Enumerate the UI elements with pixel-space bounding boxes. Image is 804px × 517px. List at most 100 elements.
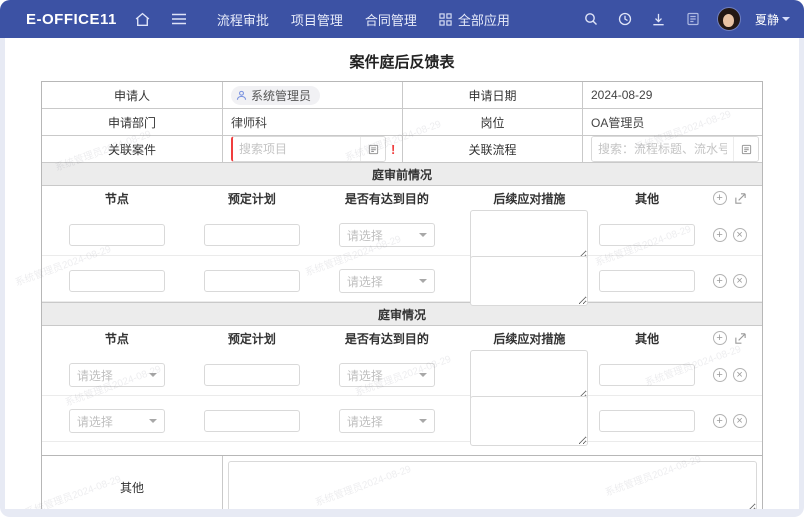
position-label: 岗位 [402, 109, 582, 135]
app-window: E-OFFICE11 流程审批 项目管理 合同管理 全部应用 [0, 0, 804, 517]
topbar: E-OFFICE11 流程审批 项目管理 合同管理 全部应用 [0, 0, 804, 38]
add-row-icon[interactable]: + [713, 228, 727, 242]
col-plan: 预定计划 [192, 330, 312, 347]
apply-date-label: 申请日期 [402, 82, 582, 108]
node-input[interactable] [69, 224, 165, 246]
browse-process-icon[interactable] [733, 137, 758, 161]
plan-input[interactable] [204, 364, 300, 386]
expand-table-icon[interactable] [734, 332, 747, 345]
col-goal: 是否有达到目的 [312, 330, 462, 347]
pretrial-row-1: 请选择 + × [42, 210, 762, 256]
chevron-down-icon [149, 419, 157, 423]
related-process-searchbox [591, 136, 759, 162]
nav-item-contract-management[interactable]: 合同管理 [365, 10, 417, 29]
goal-select[interactable]: 请选择 [339, 223, 435, 247]
chevron-down-icon [419, 419, 427, 423]
department-value: 律师科 [222, 109, 402, 135]
node-input[interactable] [69, 270, 165, 292]
screen: E-OFFICE11 流程审批 项目管理 合同管理 全部应用 [0, 0, 804, 517]
plan-input[interactable] [204, 410, 300, 432]
add-row-icon[interactable]: + [713, 368, 727, 382]
applicant-chip[interactable]: 系统管理员 [231, 86, 320, 105]
trial-row-2: 请选择 请选择 + × [42, 396, 762, 442]
related-case-cell: ! [222, 136, 402, 162]
menu-icon[interactable] [169, 9, 189, 29]
node-select[interactable]: 请选择 [69, 409, 165, 433]
browse-case-icon[interactable] [360, 137, 385, 161]
feedback-form-table: 申请人 系统管理员 申请日期 2024-08-29 申请部门 律师科 岗位 [41, 81, 763, 509]
other-input[interactable] [599, 224, 695, 246]
goal-select[interactable]: 请选择 [339, 269, 435, 293]
main-nav: 流程审批 项目管理 合同管理 全部应用 [217, 10, 510, 29]
related-case-input[interactable] [233, 137, 360, 161]
info-row-related: 关联案件 ! 关联流程 [42, 136, 762, 163]
apps-grid-icon [439, 12, 453, 26]
col-node: 节点 [42, 190, 192, 207]
related-process-cell [582, 136, 762, 162]
chevron-down-icon [419, 373, 427, 377]
applicant-value-cell: 系统管理员 [222, 82, 402, 108]
col-plan: 预定计划 [192, 190, 312, 207]
related-case-searchbox [231, 136, 386, 162]
plan-input[interactable] [204, 270, 300, 292]
nav-item-project-management[interactable]: 项目管理 [291, 10, 343, 29]
nav-item-workflow-approval[interactable]: 流程审批 [217, 10, 269, 29]
person-icon [236, 90, 247, 101]
other-input[interactable] [599, 270, 695, 292]
app-logo[interactable]: E-OFFICE11 [26, 11, 117, 28]
goal-select[interactable]: 请选择 [339, 363, 435, 387]
add-row-icon[interactable]: + [713, 191, 727, 205]
table-spacer [42, 442, 762, 455]
other-input[interactable] [599, 410, 695, 432]
select-placeholder: 请选择 [347, 367, 383, 384]
trial-row-1: 请选择 请选择 + × [42, 350, 762, 396]
remove-row-icon[interactable]: × [733, 368, 747, 382]
chevron-down-icon [782, 17, 790, 21]
measures-textarea[interactable] [470, 396, 588, 446]
other-row: 其他 [42, 455, 762, 509]
other-textarea[interactable] [228, 461, 757, 509]
nav-item-all-apps[interactable]: 全部应用 [439, 10, 510, 29]
search-icon[interactable] [581, 9, 601, 29]
col-goal: 是否有达到目的 [312, 190, 462, 207]
section-trial-title: 庭审情况 [42, 302, 762, 326]
position-value: OA管理员 [582, 109, 762, 135]
page-title: 案件庭后反馈表 [5, 51, 799, 72]
select-placeholder: 请选择 [77, 413, 113, 430]
add-row-icon[interactable]: + [713, 414, 727, 428]
col-measures: 后续应对措施 [462, 330, 597, 347]
document-icon[interactable] [683, 9, 703, 29]
node-select[interactable]: 请选择 [69, 363, 165, 387]
select-placeholder: 请选择 [347, 227, 383, 244]
measures-textarea[interactable] [470, 256, 588, 306]
applicant-label: 申请人 [42, 82, 222, 108]
add-row-icon[interactable]: + [713, 331, 727, 345]
col-other: 其他 [597, 190, 697, 207]
col-other: 其他 [597, 330, 697, 347]
related-process-input[interactable] [592, 137, 733, 161]
form-page: 案件庭后反馈表 申请人 系统管理员 申请日期 2024-08-29 [5, 38, 799, 509]
pretrial-table-header: 节点 预定计划 是否有达到目的 后续应对措施 其他 + [42, 186, 762, 210]
remove-row-icon[interactable]: × [733, 228, 747, 242]
measures-textarea[interactable] [470, 350, 588, 400]
expand-table-icon[interactable] [734, 192, 747, 205]
remove-row-icon[interactable]: × [733, 274, 747, 288]
download-icon[interactable] [649, 9, 669, 29]
chevron-down-icon [419, 233, 427, 237]
all-apps-label: 全部应用 [458, 10, 510, 29]
plan-input[interactable] [204, 224, 300, 246]
other-input[interactable] [599, 364, 695, 386]
chevron-down-icon [149, 373, 157, 377]
select-placeholder: 请选择 [77, 367, 113, 384]
trial-table-header: 节点 预定计划 是否有达到目的 后续应对措施 其他 + [42, 326, 762, 350]
add-row-icon[interactable]: + [713, 274, 727, 288]
user-avatar[interactable] [717, 7, 741, 31]
measures-textarea[interactable] [470, 210, 588, 260]
home-icon[interactable] [133, 9, 153, 29]
required-mark: ! [391, 142, 395, 157]
user-menu[interactable]: 夏静 [755, 11, 790, 28]
remove-row-icon[interactable]: × [733, 414, 747, 428]
goal-select[interactable]: 请选择 [339, 409, 435, 433]
select-placeholder: 请选择 [347, 273, 383, 290]
history-clock-icon[interactable] [615, 9, 635, 29]
